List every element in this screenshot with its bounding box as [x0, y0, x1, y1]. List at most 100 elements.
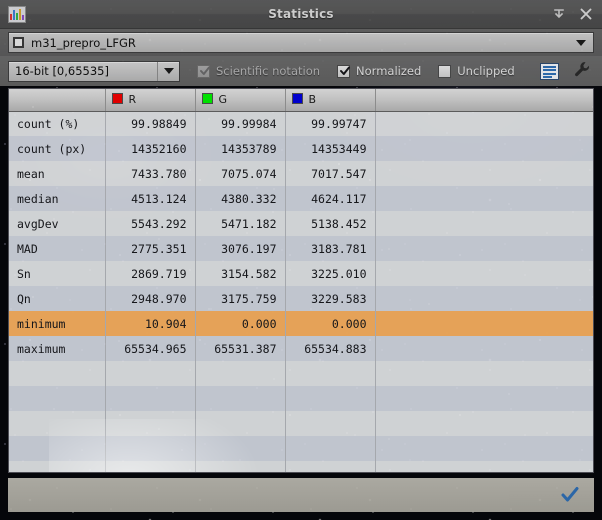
- statistics-table-body: count (%) 99.98849 99.99984 99.99747 count (…: [9, 111, 593, 472]
- cell-value-spare: [375, 211, 593, 236]
- cell-empty: [375, 386, 593, 411]
- window-controls: [552, 7, 593, 21]
- unclipped-checkbox[interactable]: Unclipped: [438, 64, 515, 78]
- cell-empty: [105, 436, 196, 461]
- cell-empty: [285, 436, 376, 461]
- cell-statistic-name: maximum: [9, 336, 106, 361]
- cell-value-g: 3175.759: [195, 286, 286, 311]
- cell-empty: [195, 411, 286, 436]
- format-select-button[interactable]: [157, 61, 179, 81]
- table-row-empty[interactable]: [9, 436, 593, 461]
- cell-value-r: 2869.719: [105, 261, 196, 286]
- wrench-icon[interactable]: [573, 60, 592, 83]
- statistics-window: Statistics m31_prepro_LFGR 16-bit [0,655…: [0, 0, 602, 520]
- normalized-label: Normalized: [356, 64, 422, 78]
- ok-button[interactable]: [560, 485, 580, 505]
- red-channel-swatch-icon: [111, 93, 123, 105]
- table-row[interactable]: MAD 2775.351 3076.197 3183.781: [9, 236, 593, 261]
- cell-value-b: 99.99747: [285, 111, 376, 136]
- cell-empty: [105, 411, 196, 436]
- chevron-down-icon[interactable]: [576, 39, 586, 46]
- cell-empty: [375, 361, 593, 386]
- image-select[interactable]: m31_prepro_LFGR: [8, 32, 594, 53]
- window-titlebar[interactable]: Statistics: [0, 0, 602, 29]
- text-view-icon[interactable]: [540, 62, 559, 80]
- cell-statistic-name: count (px): [9, 136, 106, 161]
- cell-value-g: 65531.387: [195, 336, 286, 361]
- green-channel-swatch-icon: [201, 93, 213, 105]
- checkmark-icon: [340, 66, 351, 75]
- cell-value-g: 3076.197: [195, 236, 286, 261]
- cell-empty: [375, 436, 593, 461]
- cell-value-b: 3183.781: [285, 236, 376, 261]
- column-header-r-label: R: [128, 93, 137, 107]
- table-row[interactable]: median 4513.124 4380.332 4624.117: [9, 186, 593, 211]
- cell-empty: [9, 386, 106, 411]
- statistics-table-container[interactable]: R G B count (%) 99.98849 99.99984 99.99747 c…: [8, 88, 594, 473]
- cell-empty: [105, 361, 196, 386]
- table-row[interactable]: count (%) 99.98849 99.99984 99.99747: [9, 111, 593, 136]
- cell-value-g: 3154.582: [195, 261, 286, 286]
- cell-value-b: 3229.583: [285, 286, 376, 311]
- cell-value-spare: [375, 186, 593, 211]
- format-select[interactable]: 16-bit [0,65535]: [8, 60, 180, 82]
- scientific-notation-checkbox[interactable]: Scientific notation: [197, 64, 320, 78]
- column-header-g-label: G: [218, 93, 228, 107]
- cell-value-b: 0.000: [285, 311, 376, 336]
- column-header-label[interactable]: [9, 89, 106, 112]
- table-row[interactable]: minimum 10.904 0.000 0.000: [9, 311, 593, 336]
- table-header-row: R G B: [9, 89, 593, 112]
- table-row-empty[interactable]: [9, 411, 593, 436]
- roll-up-button[interactable]: [552, 7, 566, 21]
- cell-value-g: 0.000: [195, 311, 286, 336]
- table-row[interactable]: count (px) 14352160 14353789 14353449: [9, 136, 593, 161]
- column-header-spare[interactable]: [375, 89, 593, 112]
- cell-empty: [285, 386, 376, 411]
- image-select-value: m31_prepro_LFGR: [31, 35, 136, 50]
- cell-empty: [285, 411, 376, 436]
- cell-value-r: 14352160: [105, 136, 196, 161]
- cell-empty: [285, 461, 376, 472]
- table-row[interactable]: Qn 2948.970 3175.759 3229.583: [9, 286, 593, 311]
- desktop-background: Statistics m31_prepro_LFGR 16-bit [0,655…: [0, 0, 602, 520]
- cell-value-g: 99.99984: [195, 111, 286, 136]
- cell-empty: [105, 386, 196, 411]
- cell-empty: [195, 361, 286, 386]
- cell-empty: [9, 461, 106, 472]
- table-row-empty[interactable]: [9, 361, 593, 386]
- cell-empty: [375, 411, 593, 436]
- cell-empty: [9, 361, 106, 386]
- unclipped-box[interactable]: [438, 64, 452, 78]
- cell-value-r: 10.904: [105, 311, 196, 336]
- table-row[interactable]: maximum 65534.965 65531.387 65534.883: [9, 336, 593, 361]
- table-row[interactable]: mean 7433.780 7075.074 7017.547: [9, 161, 593, 186]
- cell-value-b: 5138.452: [285, 211, 376, 236]
- cell-statistic-name: median: [9, 186, 106, 211]
- cell-value-b: 4624.117: [285, 186, 376, 211]
- close-button[interactable]: [579, 7, 593, 21]
- window-title: Statistics: [268, 7, 334, 21]
- column-header-r[interactable]: R: [105, 89, 196, 112]
- cell-value-r: 2775.351: [105, 236, 196, 261]
- normalized-box[interactable]: [337, 64, 351, 78]
- cell-value-g: 7075.074: [195, 161, 286, 186]
- column-header-g[interactable]: G: [195, 89, 286, 112]
- cell-statistic-name: Qn: [9, 286, 106, 311]
- table-row[interactable]: Sn 2869.719 3154.582 3225.010: [9, 261, 593, 286]
- cell-statistic-name: Sn: [9, 261, 106, 286]
- window-footer: [8, 478, 594, 512]
- table-row[interactable]: avgDev 5543.292 5471.182 5138.452: [9, 211, 593, 236]
- table-row-empty[interactable]: [9, 386, 593, 411]
- chevron-down-icon: [163, 68, 174, 74]
- scientific-notation-box[interactable]: [197, 64, 210, 78]
- cell-statistic-name: MAD: [9, 236, 106, 261]
- cell-value-r: 7433.780: [105, 161, 196, 186]
- normalized-checkbox[interactable]: Normalized: [337, 64, 421, 78]
- cell-value-g: 5471.182: [195, 211, 286, 236]
- cell-value-r: 65534.965: [105, 336, 196, 361]
- cell-statistic-name: minimum: [9, 311, 106, 336]
- column-header-b[interactable]: B: [285, 89, 376, 112]
- cell-value-r: 99.98849: [105, 111, 196, 136]
- cell-value-spare: [375, 261, 593, 286]
- table-row-empty[interactable]: [9, 461, 593, 472]
